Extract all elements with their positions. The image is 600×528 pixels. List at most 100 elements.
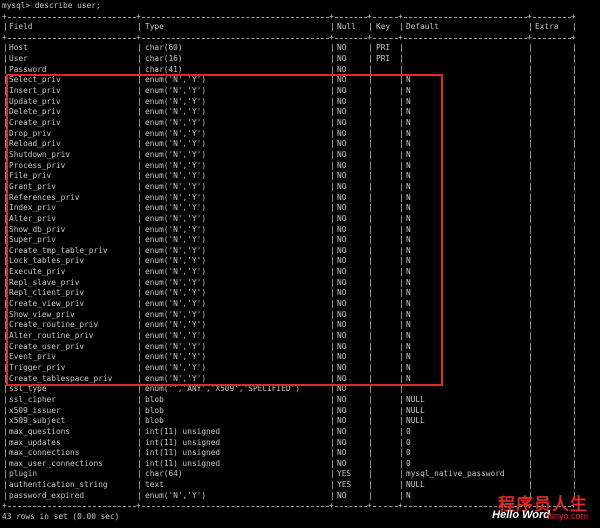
cell-field: max_connections [9,448,80,458]
column-separator: | [572,458,577,468]
border-dash [373,37,398,39]
column-separator: | [330,405,335,415]
column-separator: | [137,490,142,500]
column-separator: | [137,426,142,436]
column-separator: | [399,405,404,415]
column-separator: | [3,490,8,500]
column-separator: | [528,426,533,436]
column-separator: | [528,309,533,319]
cell-type: Type [145,22,164,32]
column-separator: | [3,469,8,479]
border-dash [8,506,136,508]
column-separator: | [3,426,8,436]
border-corner: + [329,11,334,21]
cell-default: mysql_native_password [406,469,505,479]
column-separator: | [3,43,8,53]
column-separator: | [572,107,577,117]
column-separator: | [3,394,8,404]
column-separator: | [528,362,533,372]
column-separator: | [572,299,577,309]
column-separator: | [399,437,404,447]
column-separator: | [528,107,533,117]
cell-field: plugin [9,469,38,479]
border-corner: + [136,501,141,511]
watermark-logo: 程序员人生 Hello Word itinyo.com [462,490,592,524]
border-dash [404,37,527,39]
column-separator: | [137,43,142,53]
cell-field: max_user_connections [9,458,103,468]
column-separator: | [528,288,533,298]
column-separator: | [572,416,577,426]
cell-field: x509_issuer [9,405,61,415]
cell-null: NO [337,448,347,458]
table-border-mid: + + + + + + + [2,33,598,44]
column-separator: | [572,86,577,96]
border-corner: + [367,11,372,21]
column-separator: | [572,160,577,170]
cell-type: char(16) [145,54,183,64]
column-separator: | [399,490,404,500]
column-separator: | [572,267,577,277]
table-row: | | | | | | | plugin char(64) YES mysql_native_pas… [2,469,598,480]
column-separator: | [330,448,335,458]
column-separator: | [528,416,533,426]
column-separator: | [3,448,8,458]
border-corner: + [2,501,7,511]
column-separator: | [528,64,533,74]
cell-field: max_updates [9,437,61,447]
column-separator: | [572,469,577,479]
cell-type: int(11) unsigned [145,458,221,468]
table-row: | | | | | | | ssl_cipher blob NO NULL [2,395,598,406]
column-separator: | [572,203,577,213]
border-corner: + [571,32,576,42]
border-dash [373,506,398,508]
column-separator: | [572,394,577,404]
column-separator: | [368,480,373,490]
column-separator: | [572,245,577,255]
column-separator: | [572,235,577,245]
column-separator: | [572,277,577,287]
border-dash [335,506,367,508]
table-row: | | | | | | | max_connections int(11) unsigned NO… [2,448,598,459]
cell-key: Key [376,22,391,32]
column-separator: | [572,224,577,234]
cell-type: blob [145,416,164,426]
column-separator: | [528,86,533,96]
column-separator: | [528,277,533,287]
border-dash [8,37,136,39]
column-separator: | [528,437,533,447]
column-separator: | [399,469,404,479]
column-separator: | [137,22,142,32]
cell-key: PRI [376,54,391,64]
column-separator: | [528,192,533,202]
cell-field: User [9,54,28,64]
cell-null: Null [337,22,356,32]
column-separator: | [572,213,577,223]
table-row: | | | | | | | User char(16) NO PRI [2,54,598,65]
cell-null: NO [337,426,347,436]
column-separator: | [137,54,142,64]
border-corner: + [398,32,403,42]
column-separator: | [528,43,533,53]
column-separator: | [572,64,577,74]
cell-null: NO [337,405,347,415]
column-separator: | [572,75,577,85]
column-separator: | [399,448,404,458]
column-separator: | [137,405,142,415]
table-border-top: + + + + + + + [2,12,598,23]
border-dash [335,16,367,18]
cell-default: NULL [406,416,425,426]
border-corner: + [329,32,334,42]
column-separator: | [399,416,404,426]
column-separator: | [528,245,533,255]
border-corner: + [329,501,334,511]
column-separator: | [572,128,577,138]
cell-field: Host [9,43,28,53]
cell-null: NO [337,54,347,64]
watermark-english: Hello Word [492,509,550,521]
column-separator: | [528,75,533,85]
table-row: | | | | | | | x509_issuer blob NO NULL [2,406,598,417]
column-separator: | [528,235,533,245]
column-separator: | [368,469,373,479]
border-corner: + [136,32,141,42]
